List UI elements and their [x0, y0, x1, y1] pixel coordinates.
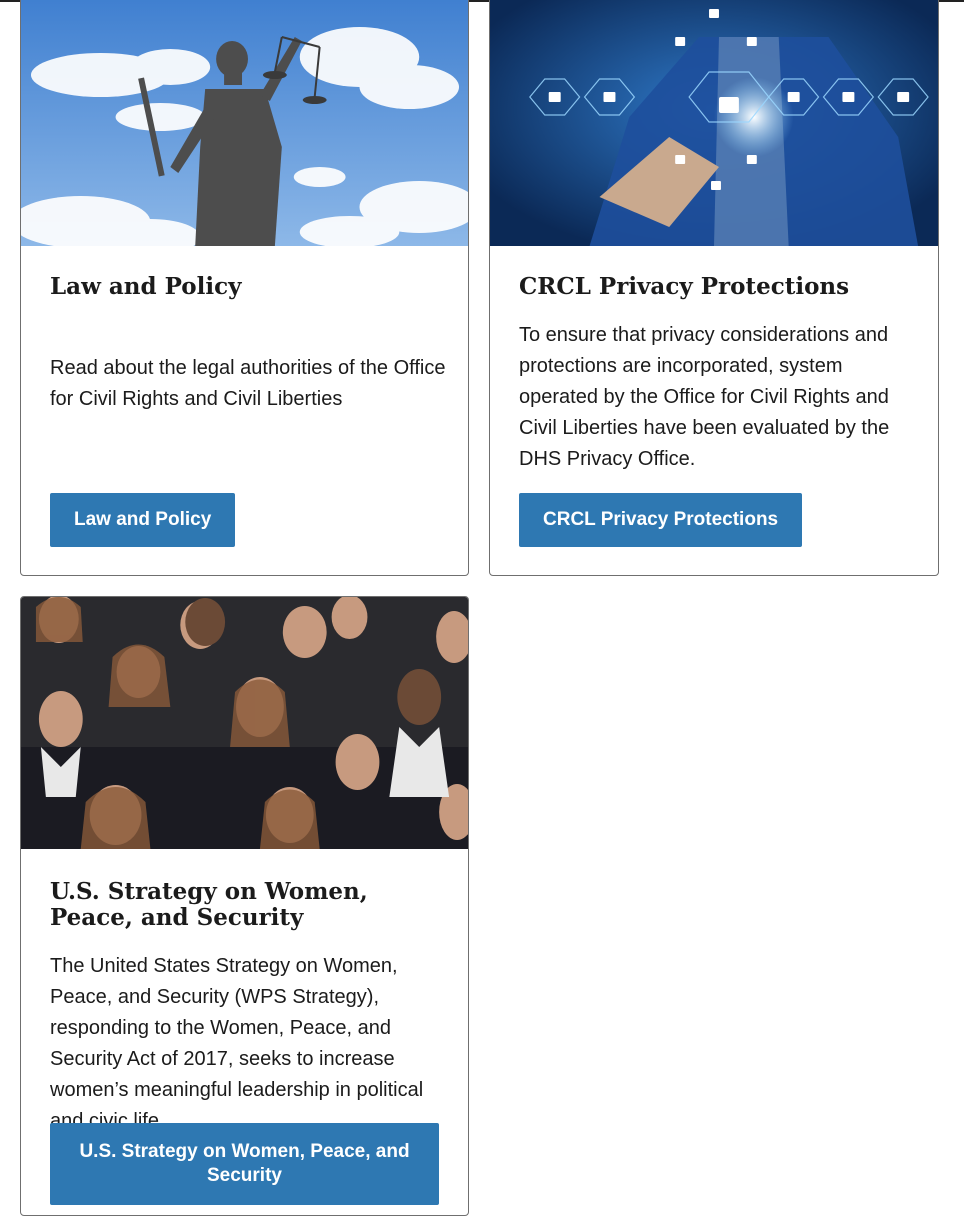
card-title: Law and Policy	[50, 273, 242, 300]
digital-padlock-image	[490, 0, 938, 246]
card-description: To ensure that privacy considerations an…	[519, 324, 890, 470]
card-description: Read about the legal authorities of the …	[50, 357, 446, 410]
crcl-privacy-protections-button[interactable]: CRCL Privacy Protections	[519, 493, 803, 547]
law-and-policy-button[interactable]: Law and Policy	[50, 493, 236, 547]
card-crcl-privacy-protections: CRCL Privacy Protections To ensure that …	[489, 0, 939, 576]
card-description: The United States Strategy on Women, Pea…	[50, 955, 424, 1132]
card-title: CRCL Privacy Protections	[519, 273, 850, 300]
card-women-peace-security: U.S. Strategy on Women, Peace, and Secur…	[20, 596, 469, 1216]
statue-of-justice-image	[21, 0, 468, 246]
women-peace-security-button[interactable]: U.S. Strategy on Women, Peace, and Secur…	[50, 1123, 439, 1205]
group-of-women-image	[21, 597, 468, 849]
card-title: U.S. Strategy on Women, Peace, and Secur…	[50, 878, 368, 931]
card-law-and-policy: Law and Policy Read about the legal auth…	[20, 0, 469, 576]
